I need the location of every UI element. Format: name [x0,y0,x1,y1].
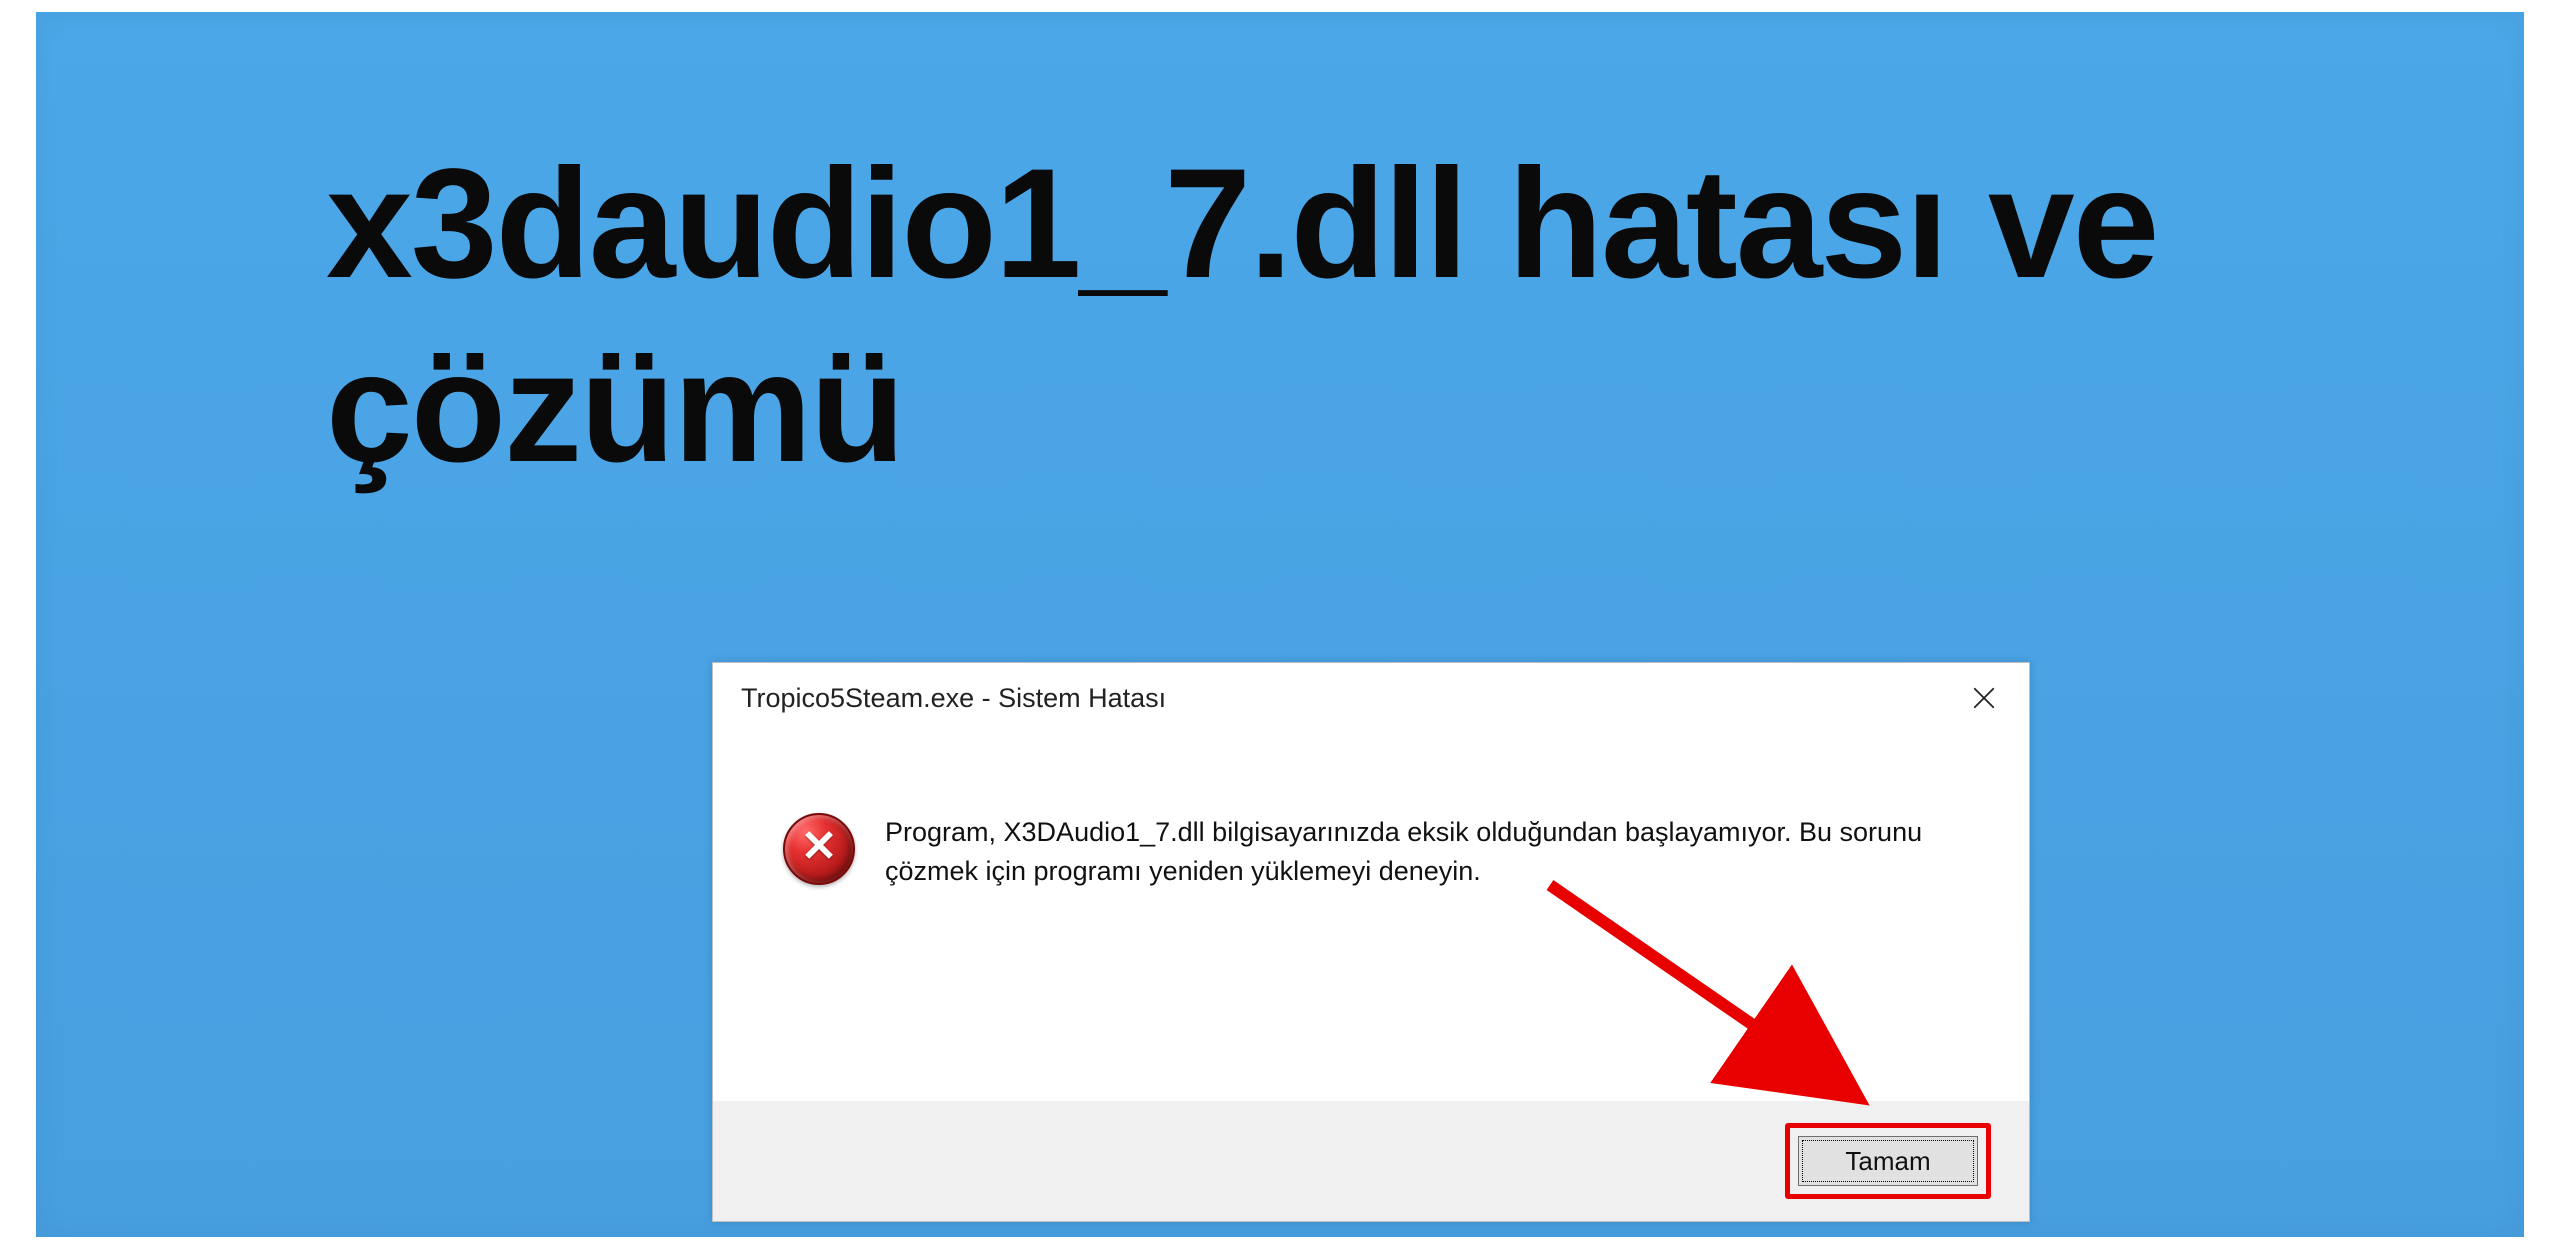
page-title: x3daudio1_7.dll hatası ve çözümü [326,132,2226,500]
close-icon [1971,685,1997,711]
dialog-footer: Tamam [713,1101,2029,1221]
background-panel: x3daudio1_7.dll hatası ve çözümü Tropico… [36,12,2524,1237]
ok-button-highlight: Tamam [1785,1123,1991,1199]
dialog-titlebar: Tropico5Steam.exe - Sistem Hatası [713,663,2029,733]
close-button[interactable] [1939,663,2029,733]
error-icon: ✕ [783,813,855,885]
dialog-message: Program, X3DAudio1_7.dll bilgisayarınızd… [885,813,1945,891]
dialog-title: Tropico5Steam.exe - Sistem Hatası [741,683,1166,714]
error-dialog: Tropico5Steam.exe - Sistem Hatası ✕ Prog… [712,662,2030,1222]
ok-button[interactable]: Tamam [1798,1136,1978,1186]
dialog-body: ✕ Program, X3DAudio1_7.dll bilgisayarını… [713,733,2029,951]
